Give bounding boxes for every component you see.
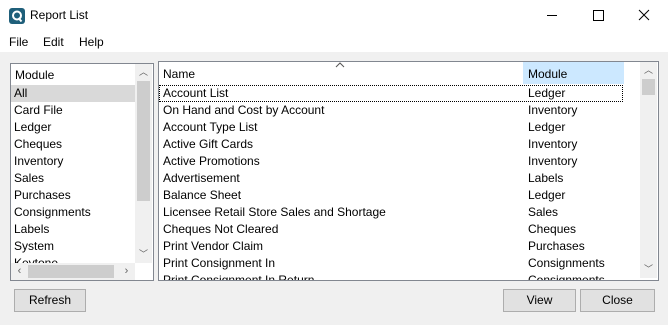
close-window-button[interactable]	[621, 0, 667, 32]
app-icon	[9, 8, 25, 24]
module-list-item-label: Labels	[14, 222, 50, 236]
module-list-item-label: Inventory	[14, 154, 64, 168]
module-list-item-label: Ledger	[14, 120, 52, 134]
column-header-module[interactable]: Module	[523, 62, 624, 84]
report-row[interactable]: Print Consignment In Consignments	[159, 255, 640, 272]
report-row[interactable]: Print Consignment In Return Consignments	[159, 272, 640, 281]
module-list-item-label: Cheques	[14, 137, 63, 151]
report-module-cell: Ledger	[528, 120, 566, 134]
scroll-up-arrow-icon[interactable]: ︿	[640, 62, 657, 79]
maximize-button[interactable]	[575, 0, 621, 32]
sort-ascending-icon	[335, 62, 345, 68]
report-row[interactable]: On Hand and Cost by Account Inventory	[159, 102, 640, 119]
menu-edit[interactable]: Edit	[43, 35, 64, 49]
module-list-item[interactable]: All	[11, 85, 135, 102]
module-list-item-label: Sales	[14, 171, 45, 185]
module-list-item[interactable]: Ledger	[11, 119, 135, 136]
module-list-item-label: All	[14, 86, 28, 100]
module-list-header: Module	[15, 68, 55, 82]
window-title: Report List	[30, 8, 89, 22]
report-module-cell: Ledger	[528, 188, 566, 202]
column-header-name[interactable]: Name	[163, 67, 195, 81]
report-listview[interactable]: Name Module Account List Ledger On Hand an…	[158, 61, 659, 281]
module-list-item[interactable]: Consignments	[11, 204, 135, 221]
view-button[interactable]: View	[503, 289, 576, 312]
module-horizontal-scrollbar[interactable]: ‹ ›	[11, 263, 135, 280]
report-row[interactable]: Account Type List Ledger	[159, 119, 640, 136]
report-module-cell: Inventory	[528, 154, 578, 168]
report-module-cell: Inventory	[528, 103, 578, 117]
module-list-item[interactable]: Purchases	[11, 187, 135, 204]
report-name-cell: Account Type List	[163, 120, 258, 134]
report-name-cell: Cheques Not Cleared	[163, 222, 279, 236]
report-row[interactable]: Licensee Retail Store Sales and Shortage…	[159, 204, 640, 221]
menu-bar: File Edit Help	[0, 32, 668, 52]
module-list-item[interactable]: Cheques	[11, 136, 135, 153]
module-list-item[interactable]: Labels	[11, 221, 135, 238]
maximize-icon	[593, 10, 604, 21]
menu-help[interactable]: Help	[79, 35, 104, 49]
refresh-button[interactable]: Refresh	[14, 289, 86, 312]
report-row[interactable]: Active Promotions Inventory	[159, 153, 640, 170]
report-name-cell: Account List	[163, 86, 229, 100]
report-name-cell: Advertisement	[163, 171, 240, 185]
minimize-icon	[547, 15, 557, 16]
report-module-cell: Labels	[528, 171, 564, 185]
scroll-left-arrow-icon[interactable]: ‹	[11, 263, 28, 280]
close-icon	[638, 9, 650, 21]
module-listbox[interactable]: Module All Card File Ledger Cheques Inventor…	[10, 63, 154, 281]
module-list-item-label: System	[14, 239, 55, 253]
menu-file[interactable]: File	[9, 35, 28, 49]
minimize-button[interactable]	[529, 0, 575, 32]
report-row[interactable]: Print Vendor Claim Purchases	[159, 238, 640, 255]
report-module-cell: Ledger	[528, 86, 566, 100]
module-vertical-scrollbar[interactable]: ︿ ﹀	[135, 64, 152, 263]
report-module-cell: Inventory	[528, 137, 578, 151]
scroll-right-arrow-icon[interactable]: ›	[118, 263, 135, 280]
report-row[interactable]: Account List Ledger	[159, 85, 623, 102]
report-module-cell: Sales	[528, 205, 559, 219]
scroll-up-arrow-icon[interactable]: ︿	[135, 64, 152, 81]
report-vertical-scrollbar[interactable]: ︿ ﹀	[640, 62, 657, 278]
report-name-cell: Print Consignment In Return	[163, 273, 315, 281]
report-name-cell: Balance Sheet	[163, 188, 242, 202]
module-list-item-label: Card File	[14, 103, 63, 117]
module-list-item[interactable]: Inventory	[11, 153, 135, 170]
column-header-module-label: Module	[528, 67, 568, 81]
report-name-cell: On Hand and Cost by Account	[163, 103, 325, 117]
report-name-cell: Print Consignment In	[163, 256, 276, 270]
title-bar: Report List	[0, 0, 668, 32]
report-name-cell: Licensee Retail Store Sales and Shortage	[163, 205, 386, 219]
report-module-cell: Consignments	[528, 273, 605, 281]
report-name-cell: Active Gift Cards	[163, 137, 254, 151]
report-module-cell: Purchases	[528, 239, 585, 253]
module-list-item-label: Consignments	[14, 205, 91, 219]
report-row[interactable]: Balance Sheet Ledger	[159, 187, 640, 204]
report-name-cell: Print Vendor Claim	[163, 239, 264, 253]
module-list-item[interactable]: Sales	[11, 170, 135, 187]
module-scroll-thumb[interactable]	[137, 81, 150, 201]
scroll-down-arrow-icon[interactable]: ﹀	[640, 261, 657, 278]
report-row[interactable]: Active Gift Cards Inventory	[159, 136, 640, 153]
report-name-cell: Active Promotions	[163, 154, 260, 168]
module-hscroll-thumb[interactable]	[28, 265, 114, 278]
report-row[interactable]: Cheques Not Cleared Cheques	[159, 221, 640, 238]
module-list-item[interactable]: System	[11, 238, 135, 255]
module-list-item-label: Purchases	[14, 188, 71, 202]
report-scroll-thumb[interactable]	[642, 79, 655, 95]
module-list-item[interactable]: Card File	[11, 102, 135, 119]
close-button[interactable]: Close	[580, 289, 655, 312]
report-module-cell: Consignments	[528, 256, 605, 270]
report-row[interactable]: Advertisement Labels	[159, 170, 640, 187]
scroll-down-arrow-icon[interactable]: ﹀	[135, 246, 152, 263]
report-module-cell: Cheques	[528, 222, 577, 236]
